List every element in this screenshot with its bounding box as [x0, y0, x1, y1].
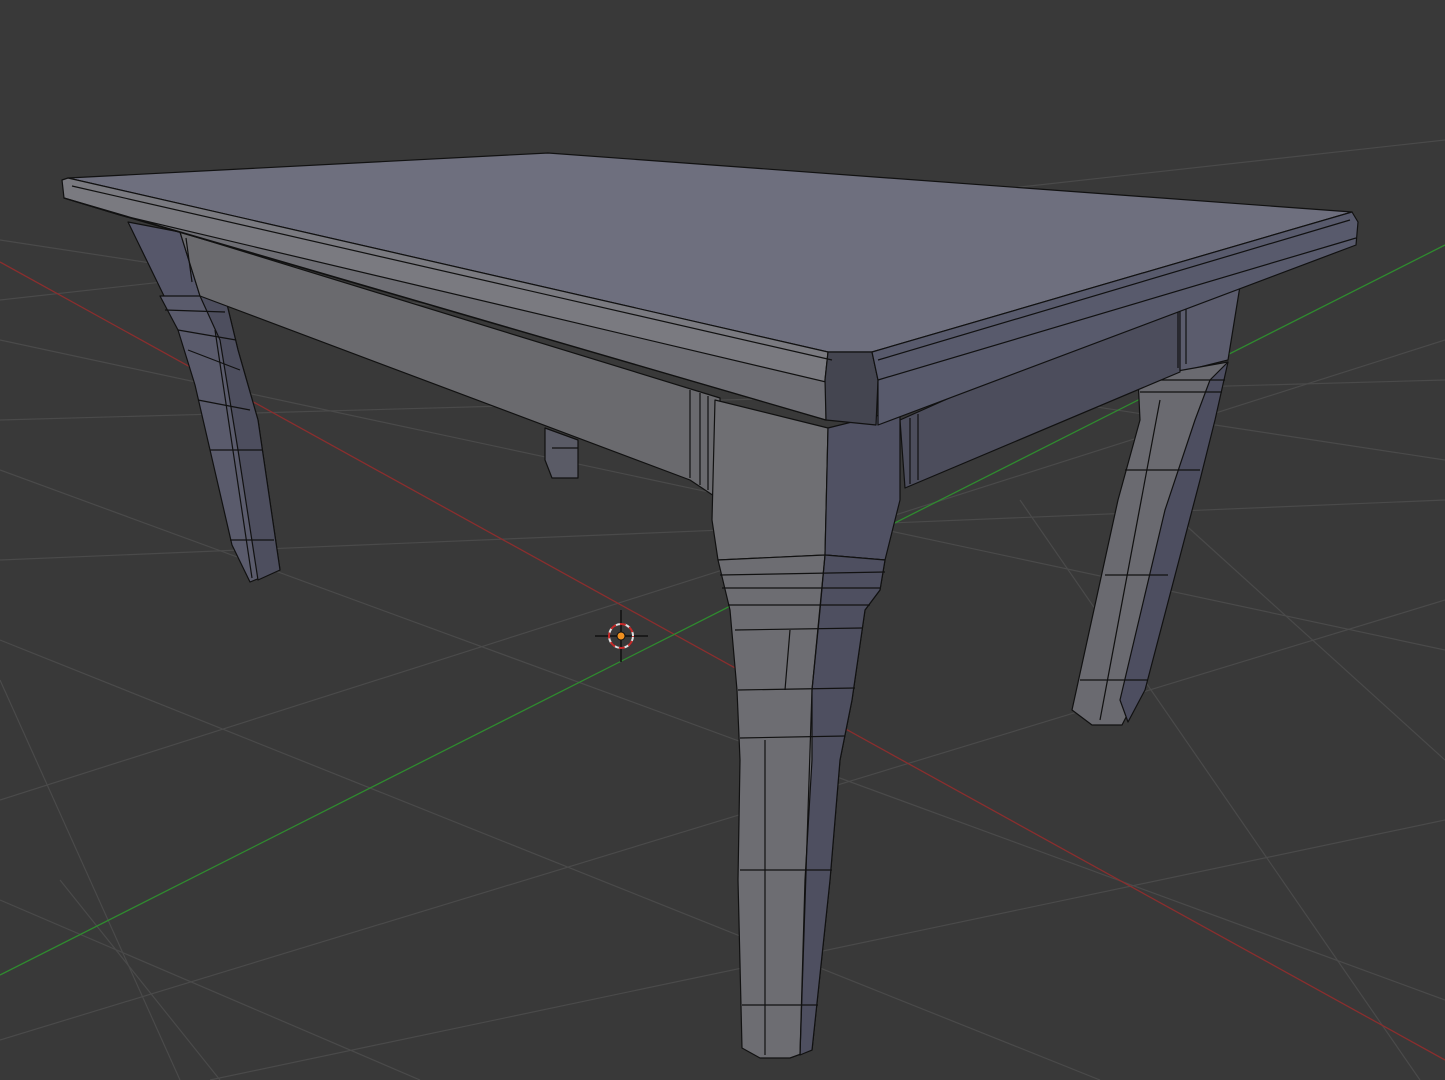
grid-line	[0, 899, 421, 1080]
viewport-canvas[interactable]	[0, 0, 1445, 1080]
table-mesh[interactable]	[61, 152, 1359, 1059]
3d-cursor-icon[interactable]	[595, 610, 648, 662]
grid-line	[0, 679, 181, 1080]
grid-line	[1019, 499, 1421, 1080]
leg-face	[711, 399, 829, 561]
leg-face	[824, 409, 901, 561]
grid-line	[0, 639, 1101, 1080]
origin-dot	[616, 631, 626, 641]
grid-line	[0, 599, 1445, 1041]
top-edge-corner	[824, 351, 879, 426]
grid-line	[1179, 519, 1445, 761]
leg-front-left[interactable]	[711, 399, 901, 1059]
3d-viewport[interactable]	[0, 0, 1445, 1080]
